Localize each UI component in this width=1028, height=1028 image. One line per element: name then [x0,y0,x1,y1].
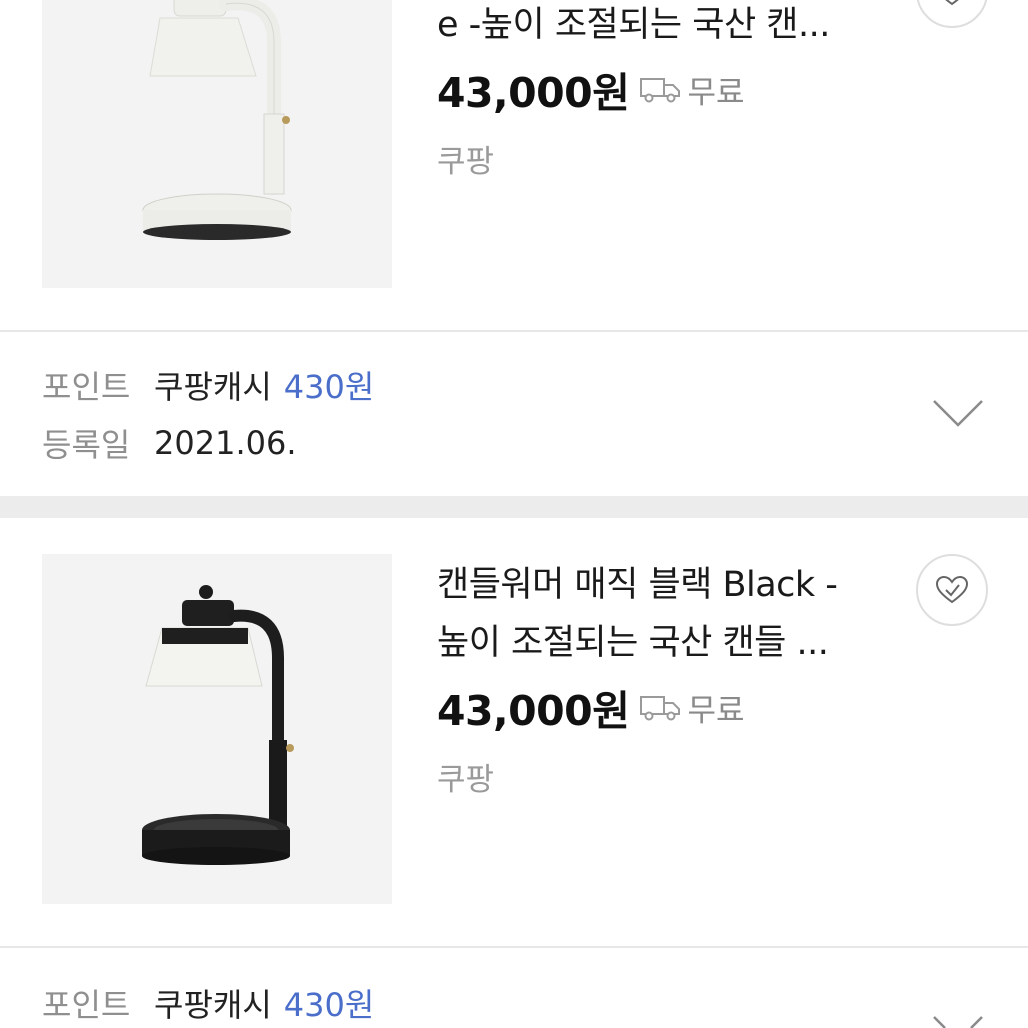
chevron-down-icon[interactable] [932,1014,984,1028]
points-row: 포인트 쿠팡캐시 430원 [42,980,374,1026]
product-thumbnail[interactable] [42,554,392,904]
product-price: 43,000원 [437,687,630,735]
truck-icon [640,78,681,103]
product-card[interactable]: 캔들워머 매직 블랙 Black - 높이 조절되는 국산 캔들 ... 43,… [0,518,1028,1028]
heart-check-icon [935,575,969,604]
points-name: 쿠팡캐시 [154,368,272,406]
price-row: 43,000원 무료 [437,682,745,735]
product-card[interactable]: e -높이 조절되는 국산 캔... 43,000원 무료 쿠팡 포인트 쿠팡캐… [0,0,1028,496]
product-title-line: 캔들워머 매직 블랙 Black - [437,565,838,605]
product-title[interactable]: 캔들워머 매직 블랙 Black - 높이 조절되는 국산 캔들 ... [437,556,897,672]
registered-label: 등록일 [42,426,131,464]
product-price: 43,000원 [437,69,630,117]
points-value: 430원 [283,986,375,1024]
product-title[interactable]: e -높이 조절되는 국산 캔... [437,0,897,54]
section-separator [0,496,1028,518]
divider [0,946,1028,948]
product-thumbnail[interactable] [42,0,392,288]
points-row: 포인트 쿠팡캐시 430원 [42,362,374,408]
points-value: 430원 [283,368,375,406]
wishlist-button[interactable] [916,554,988,626]
shipping-label: 무료 [687,74,745,111]
chevron-down-icon[interactable] [932,398,984,428]
registered-row: 등록일 2021.06. [42,420,297,466]
wishlist-button[interactable] [916,0,988,28]
heart-check-icon [945,0,959,6]
store-name: 쿠팡 [437,144,495,180]
store-name: 쿠팡 [437,762,495,798]
points-name: 쿠팡캐시 [154,986,272,1024]
points-label: 포인트 [42,368,131,406]
shipping-label: 무료 [687,692,745,729]
registered-value: 2021.06. [154,424,297,462]
product-title-line: 높이 조절되는 국산 캔들 ... [437,623,829,663]
black-candle-warmer-lamp-image [142,585,294,865]
price-row: 43,000원 무료 [437,64,745,117]
divider [0,330,1028,332]
white-candle-warmer-lamp-image [142,0,292,240]
points-label: 포인트 [42,986,131,1024]
product-title-line: e -높이 조절되는 국산 캔... [437,5,830,45]
truck-icon [640,696,681,721]
